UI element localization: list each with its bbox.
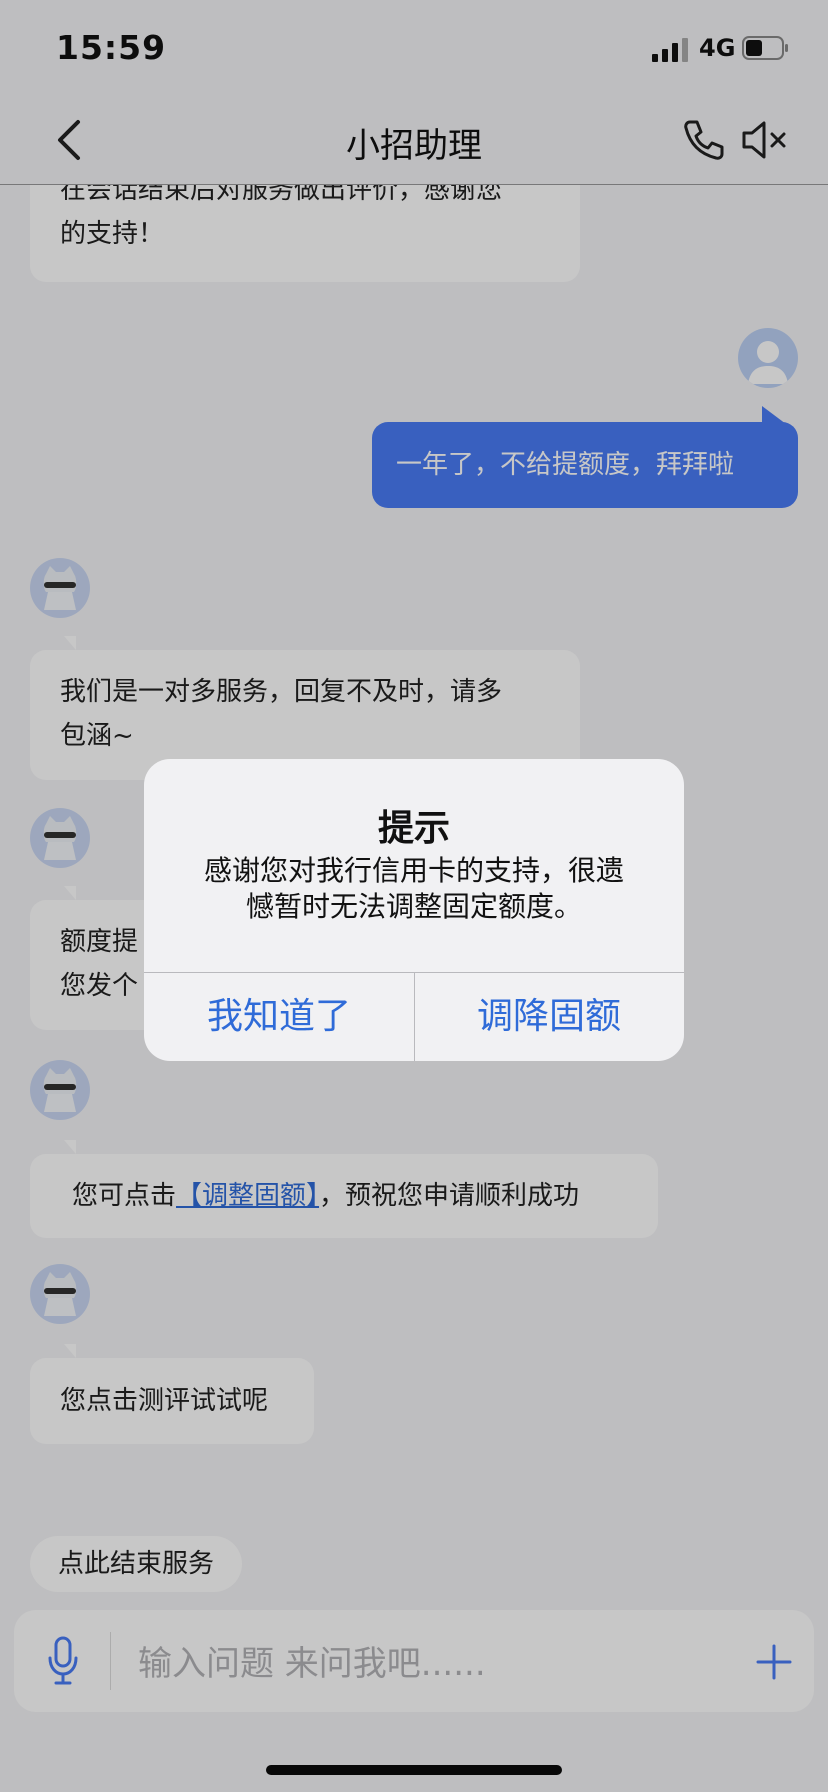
bot-message-bubble: 您可点击【调整固额】，预祝您申请顺利成功 xyxy=(30,1154,658,1238)
robot-cat-icon xyxy=(43,816,77,860)
alert-message: 感谢您对我行信用卡的支持，很遗 憾暂时无法调整固定额度。 xyxy=(174,853,654,925)
alert-dialog: 提示 感谢您对我行信用卡的支持，很遗 憾暂时无法调整固定额度。 我知道了 调降固… xyxy=(144,759,684,1061)
status-bar: 15:59 4G xyxy=(0,0,828,96)
bot-avatar xyxy=(30,558,90,618)
robot-cat-icon xyxy=(43,1272,77,1316)
message-text: 您可点击 xyxy=(72,1181,177,1211)
message-input[interactable]: 输入问题 来问我吧...... xyxy=(138,1636,486,1685)
phone-call-icon[interactable] xyxy=(680,116,728,164)
microphone-icon[interactable] xyxy=(46,1636,80,1686)
bot-avatar xyxy=(30,808,90,868)
speaker-mute-icon[interactable] xyxy=(740,118,792,162)
message-input-bar: 输入问题 来问我吧...... xyxy=(14,1610,814,1712)
bot-message-bubble: 在会话结束后对服务做出评价，感谢您 的支持！ xyxy=(30,184,580,282)
message-text-line: 的支持！ xyxy=(60,219,165,249)
message-text-line: 我们是一对多服务，回复不及时，请多 xyxy=(60,677,503,707)
message-text: 一年了，不给提额度，拜拜啦 xyxy=(396,450,735,480)
message-text-line: 包涵~ xyxy=(60,721,134,751)
status-time: 15:59 xyxy=(56,28,167,67)
robot-cat-icon xyxy=(43,1068,77,1112)
bot-avatar xyxy=(30,1264,90,1324)
adjust-limit-link[interactable]: 【调整固额】 xyxy=(176,1181,319,1211)
input-divider xyxy=(110,1632,111,1690)
alert-message-line: 憾暂时无法调整固定额度。 xyxy=(245,890,582,923)
home-indicator[interactable] xyxy=(266,1765,562,1775)
user-avatar xyxy=(738,328,798,388)
robot-cat-icon xyxy=(43,566,77,610)
bot-avatar xyxy=(30,1060,90,1120)
alert-title: 提示 xyxy=(377,808,450,849)
message-text: ，预祝您申请顺利成功 xyxy=(319,1181,580,1211)
cellular-signal-icon xyxy=(652,38,688,62)
plus-icon[interactable] xyxy=(754,1642,794,1682)
bot-message-bubble: 您点击测评试试呢 xyxy=(30,1358,314,1444)
network-type: 4G xyxy=(699,34,736,62)
alert-message-line: 感谢您对我行信用卡的支持，很遗 xyxy=(203,854,624,887)
user-silhouette-icon xyxy=(748,341,788,384)
reduce-limit-button[interactable]: 调降固额 xyxy=(414,973,684,1061)
end-service-button[interactable]: 点此结束服务 xyxy=(30,1536,243,1592)
ok-button[interactable]: 我知道了 xyxy=(144,973,414,1061)
nav-bar: 小招助理 xyxy=(0,96,828,185)
user-message-bubble: 一年了，不给提额度，拜拜啦 xyxy=(372,422,798,508)
battery-icon xyxy=(742,36,788,60)
message-text: 您点击测评试试呢 xyxy=(60,1386,269,1416)
message-text-line: 在会话结束后对服务做出评价，感谢您 xyxy=(60,184,503,205)
